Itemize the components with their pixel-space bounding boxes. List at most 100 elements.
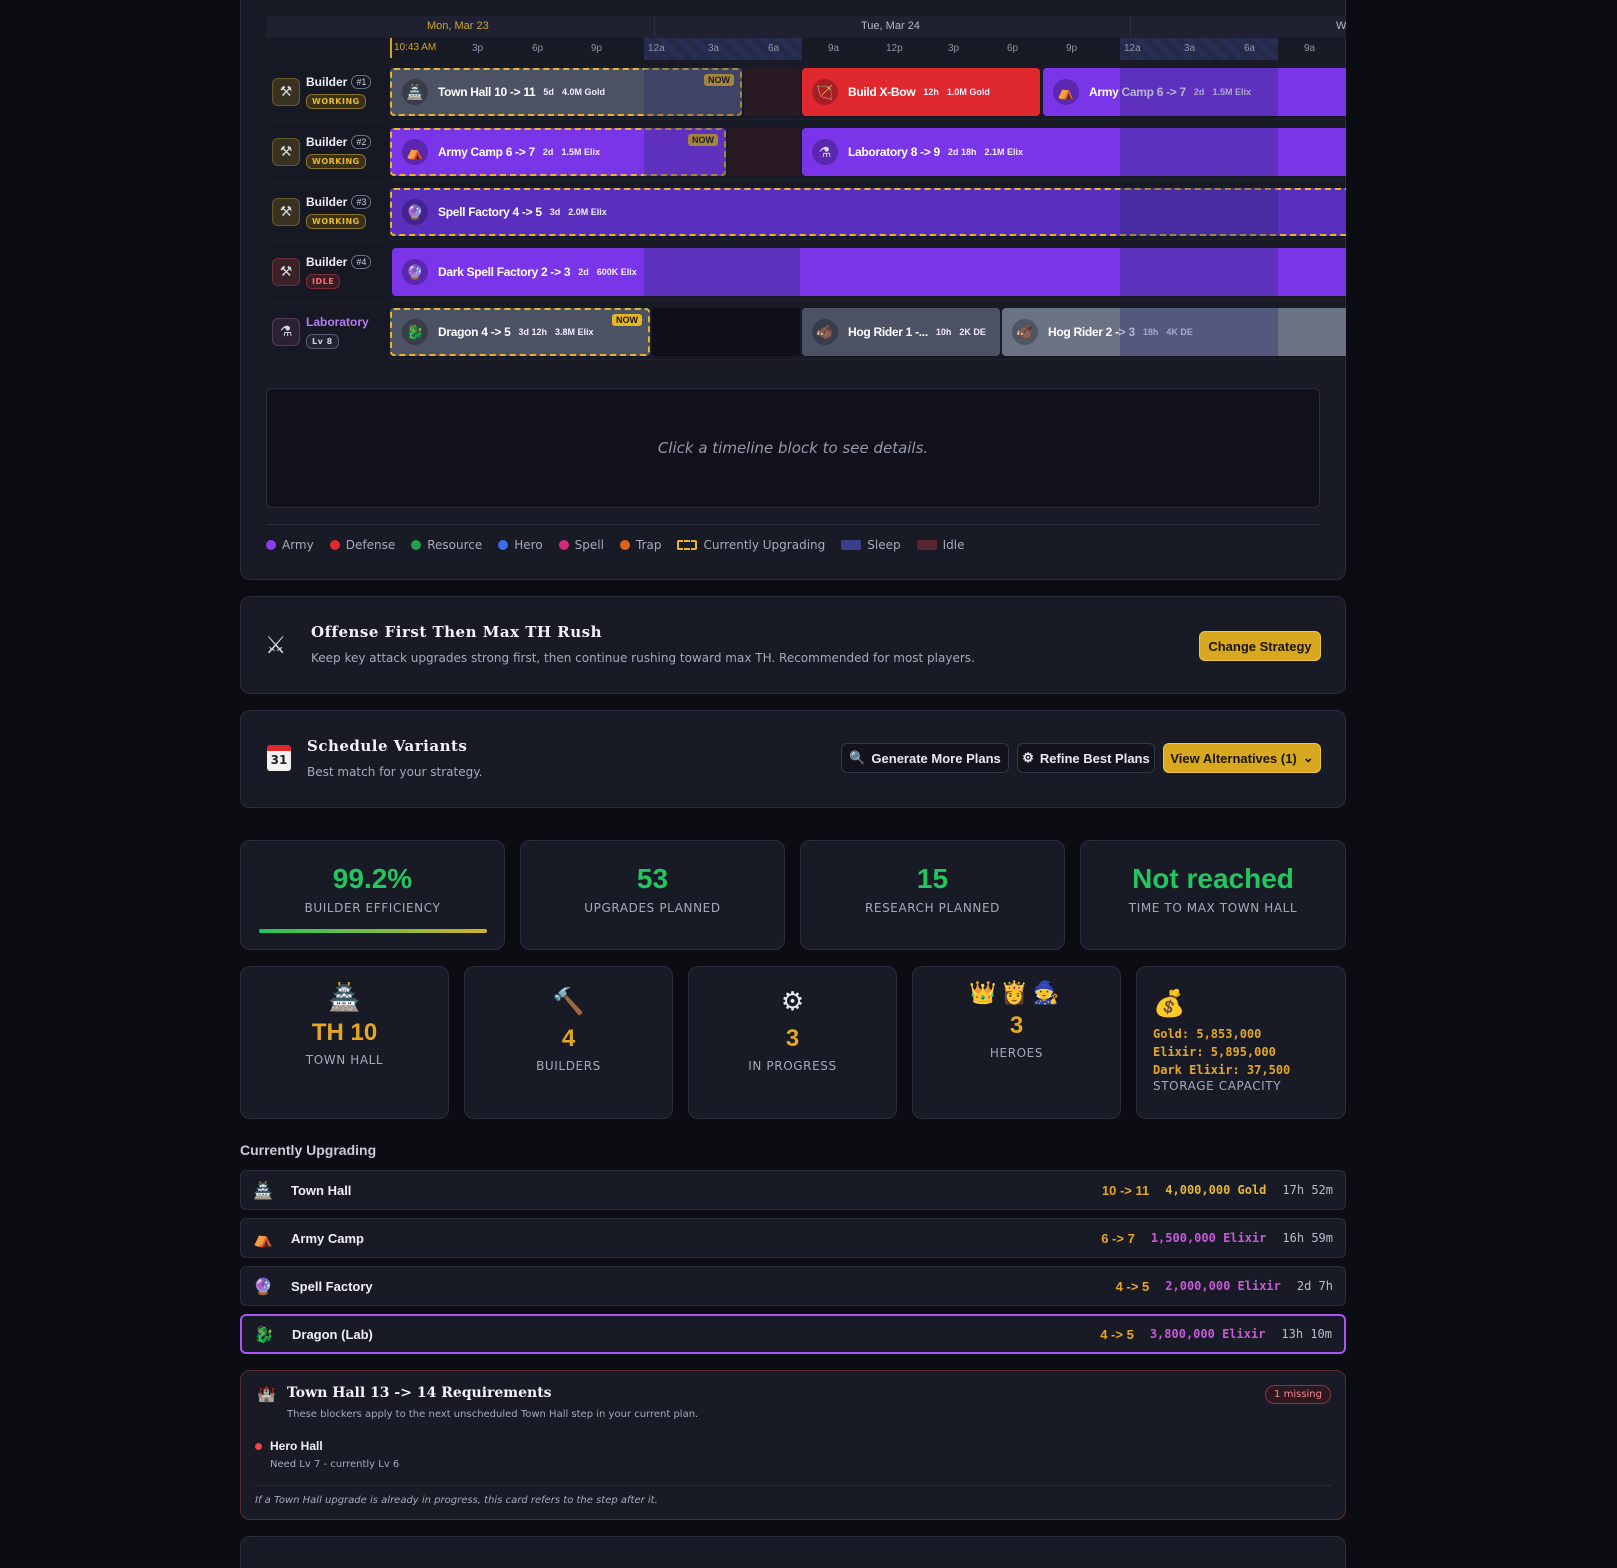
gear-icon: ⚙	[1022, 750, 1034, 765]
strategy-card: ⚔ Offense First Then Max TH Rush Keep ke…	[240, 596, 1346, 694]
timeline-block[interactable]: 🐉 Dragon 4 -> 5 3d 12h 3.8M Elix NOW	[390, 308, 650, 356]
castle-icon: 🏰	[257, 1385, 276, 1403]
requirements-footnote: If a Town Hall upgrade is already in pro…	[255, 1495, 658, 1506]
block-cost: 1.5M Elix	[561, 147, 600, 157]
upgrade-time: 2d 7h	[1296, 1279, 1333, 1293]
info-label: IN PROGRESS	[748, 1059, 837, 1073]
timeline-block[interactable]: ⚗ Laboratory 8 -> 9 2d 18h 2.1M Elix	[802, 128, 1346, 176]
timeline-block[interactable]: ⛺ Army Camp 6 -> 7 2d 1.5M Elix	[1043, 68, 1346, 116]
hammer-icon: ⚒	[272, 138, 300, 166]
legend-item: Defense	[329, 538, 396, 552]
lane-number: #3	[351, 195, 372, 209]
stat-time-to-max-th: Not reached TIME TO MAX TOWN HALL	[1080, 840, 1346, 950]
legend-label: Defense	[345, 538, 396, 552]
generate-plans-button[interactable]: 🔍 Generate More Plans	[841, 743, 1009, 773]
block-duration: 3d 12h	[518, 327, 547, 337]
efficiency-progress-bar	[259, 929, 487, 933]
heroes-icon: 👑👸🧙	[969, 981, 1064, 1006]
timeline-legend: Army Defense Resource Hero Spell Trap Cu…	[266, 538, 964, 552]
idle-block	[728, 128, 800, 176]
upgrade-row[interactable]: 🏯 Town Hall 10 -> 11 4,000,000 Gold 17h …	[240, 1170, 1346, 1210]
hour-label: 6p	[532, 43, 544, 54]
upgrade-row[interactable]: ⛺ Army Camp 6 -> 7 1,500,000 Elixir 16h …	[240, 1218, 1346, 1258]
legend-item: Currently Upgrading	[677, 538, 825, 552]
stat-builder-efficiency: 99.2% BUILDER EFFICIENCY	[240, 840, 505, 950]
lane-header: ⚗ Laboratory Lv 8	[266, 304, 390, 360]
legend-item: Resource	[411, 538, 482, 552]
dragon-icon: 🐉	[254, 1324, 274, 1344]
lane-header: ⚒ Builder #4 IDLE	[266, 244, 390, 300]
block-cost: 3.8M Elix	[554, 327, 594, 337]
timeline-block[interactable]: 🏯 Town Hall 10 -> 11 5d 4.0M Gold NOW	[390, 68, 742, 116]
info-heroes: 👑👸🧙 3 HEROES	[912, 966, 1121, 1119]
block-cost: 2K DE	[959, 327, 986, 337]
idle-block	[652, 308, 800, 356]
lane-name: Builder	[306, 195, 348, 209]
lane-status-badge: IDLE	[306, 274, 341, 289]
requirement-name: Hero Hall	[270, 1439, 323, 1453]
divider	[266, 524, 1320, 525]
legend-label: Currently Upgrading	[703, 538, 826, 552]
timeline-block[interactable]: 🔮 Spell Factory 4 -> 5 3d 2.0M Elix	[390, 188, 1346, 236]
block-cost: 4K DE	[1166, 327, 1193, 337]
laboratory-icon: ⚗	[272, 318, 300, 346]
now-badge: NOW	[704, 74, 734, 86]
now-time: 10:43 AM	[394, 42, 437, 53]
legend-label: Resource	[427, 538, 483, 552]
timeline-block[interactable]: 🏹 Build X-Bow 12h 1.0M Gold	[802, 68, 1040, 116]
timeline: Mon, Mar 23 Tue, Mar 24 W 3p 6p 9p 12a 3…	[266, 16, 1346, 372]
upgrade-name: Army Camp	[291, 1230, 364, 1246]
hour-label: 3a	[708, 43, 720, 54]
status-dot	[255, 1442, 262, 1450]
hour-label: 3p	[472, 43, 484, 54]
lane-status-badge: WORKING	[306, 94, 366, 109]
legend-swatch	[916, 540, 937, 550]
upgrade-cost: 3,800,000 Elixir	[1149, 1327, 1266, 1341]
upgrade-row[interactable]: 🐉 Dragon (Lab) 4 -> 5 3,800,000 Elixir 1…	[240, 1314, 1346, 1354]
now-indicator	[390, 38, 392, 58]
strategy-title: Offense First Then Max TH Rush	[311, 623, 602, 641]
lane-name: Builder	[306, 255, 348, 269]
change-strategy-button[interactable]: Change Strategy	[1199, 631, 1321, 661]
money-bag-icon: 💰	[1153, 989, 1186, 1019]
next-section-card	[240, 1536, 1346, 1568]
lane-number: #1	[351, 75, 372, 89]
block-title: Hog Rider 2 -> 3	[1048, 325, 1135, 339]
lane-laboratory: ⚗ Laboratory Lv 8 🐉 Dragon 4 -> 5 3d 12h…	[266, 304, 1346, 360]
timeline-details-panel: Click a timeline block to see details.	[266, 388, 1320, 508]
legend-swatch	[841, 540, 862, 550]
block-duration: 2d	[542, 147, 554, 157]
hour-label: 6p	[1007, 43, 1019, 54]
now-badge: NOW	[612, 314, 642, 326]
spell-factory-icon: 🔮	[253, 1276, 273, 1296]
view-alternatives-button[interactable]: View Alternatives (1) ⌄	[1163, 743, 1321, 773]
timeline-block[interactable]: 🔮 Dark Spell Factory 2 -> 3 2d 600K Elix	[392, 248, 1346, 296]
block-cost: 600K Elix	[596, 267, 637, 277]
block-duration: 2d 18h	[947, 147, 977, 157]
day-label: Tue, Mar 24	[861, 20, 920, 32]
info-label: STORAGE CAPACITY	[1153, 1079, 1282, 1093]
block-title: Army Camp 6 -> 7	[438, 145, 535, 159]
timeline-block[interactable]: ⛺ Army Camp 6 -> 7 2d 1.5M Elix NOW	[390, 128, 726, 176]
info-storage: 💰 Gold: 5,853,000 Elixir: 5,895,000 Dark…	[1136, 966, 1346, 1119]
timeline-block[interactable]: 🐗 Hog Rider 1 -... 10h 2K DE	[802, 308, 1000, 356]
refine-plans-button[interactable]: ⚙ Refine Best Plans	[1017, 743, 1155, 773]
day-separator	[654, 16, 655, 38]
requirement-detail: Need Lv 7 - currently Lv 6	[270, 1459, 400, 1470]
lane-level-badge: Lv 8	[306, 334, 339, 349]
upgrade-name: Town Hall	[291, 1182, 352, 1198]
legend-label: Spell	[574, 538, 604, 552]
strategy-description: Keep key attack upgrades strong first, t…	[311, 651, 975, 665]
timeline-block[interactable]: 🐗 Hog Rider 2 -> 3 18h 4K DE	[1002, 308, 1346, 356]
dragon-icon: 🐉	[402, 319, 428, 345]
legend-dot	[329, 540, 340, 550]
chevron-down-icon: ⌄	[1302, 750, 1314, 765]
block-duration: 2d	[578, 267, 589, 277]
upgrade-name: Spell Factory	[291, 1278, 373, 1294]
upgrade-row[interactable]: 🔮 Spell Factory 4 -> 5 2,000,000 Elixir …	[240, 1266, 1346, 1306]
hour-label: 12a	[648, 43, 665, 54]
lane-builder-1: ⚒ Builder #1 WORKING 🏯 Town Hall 10 -> 11…	[266, 64, 1346, 120]
lane-number: #2	[351, 135, 372, 149]
gear-icon: ⚙	[780, 987, 805, 1017]
requirement-item: Hero Hall Need Lv 7 - currently Lv 6	[255, 1439, 399, 1470]
